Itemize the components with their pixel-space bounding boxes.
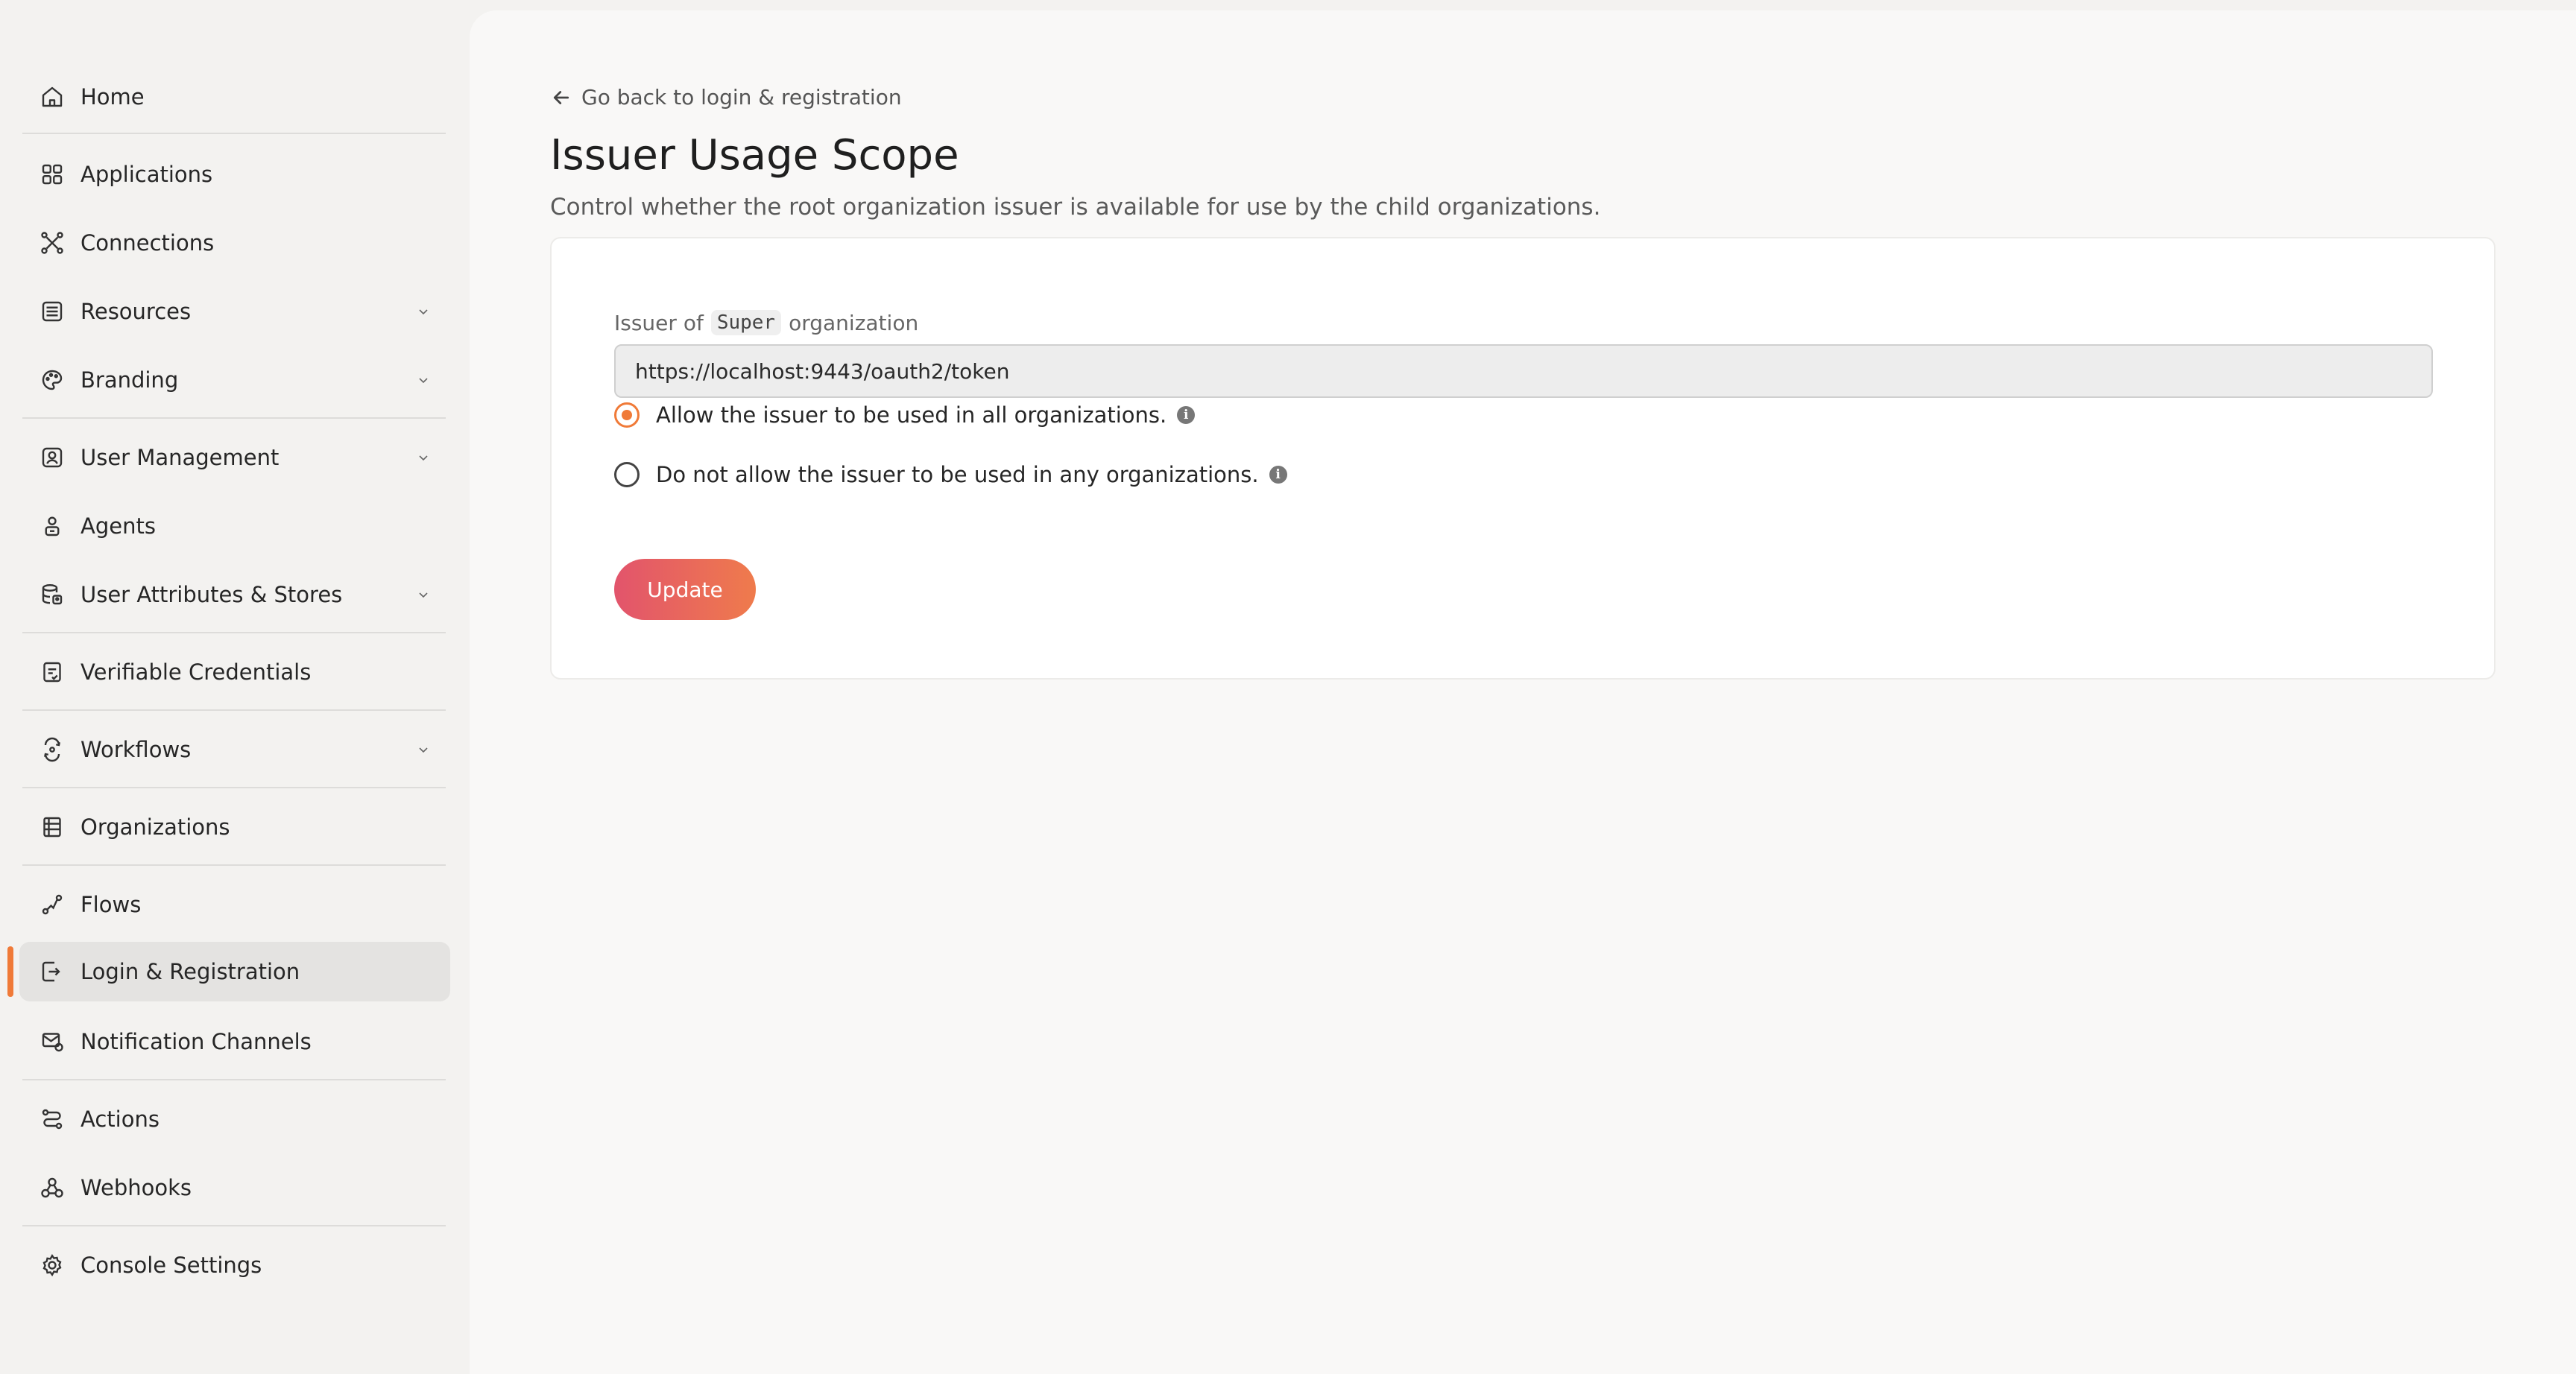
sidebar-item-actions[interactable]: Actions <box>19 1089 450 1149</box>
branding-icon <box>37 365 67 395</box>
workflows-icon <box>37 735 67 764</box>
sidebar-item-webhooks[interactable]: Webhooks <box>19 1158 450 1218</box>
sidebar-item-branding[interactable]: Branding <box>19 350 450 410</box>
chevron-down-icon[interactable] <box>414 586 432 604</box>
radio-option-allow[interactable]: Allow the issuer to be used in all organ… <box>614 402 1196 428</box>
organization-code-chip: Super <box>710 310 782 335</box>
issuer-field-label: Issuer of Super organization <box>614 310 918 335</box>
connections-icon <box>37 228 67 258</box>
divider <box>22 1225 446 1226</box>
divider <box>22 709 446 711</box>
sidebar-item-console-settings[interactable]: Console Settings <box>19 1235 450 1295</box>
console-settings-icon <box>37 1250 67 1280</box>
divider <box>22 632 446 633</box>
arrow-left-icon <box>553 90 569 104</box>
radio-deny[interactable] <box>614 462 640 487</box>
chevron-down-icon[interactable] <box>414 741 432 759</box>
agents-icon <box>37 511 67 541</box>
divider <box>22 787 446 788</box>
sidebar-item-label: Resources <box>80 299 192 324</box>
sidebar: Home Applications Connections Resources … <box>0 0 470 1364</box>
applications-icon <box>37 159 67 189</box>
sidebar-item-connections[interactable]: Connections <box>19 213 450 273</box>
sidebar-item-label: Organizations <box>80 814 230 840</box>
divider <box>22 864 446 866</box>
home-icon <box>37 82 67 112</box>
chevron-down-icon[interactable] <box>414 449 432 466</box>
back-link-label: Go back to login & registration <box>581 85 902 110</box>
sidebar-item-agents[interactable]: Agents <box>19 496 450 556</box>
sidebar-item-login-registration[interactable]: Login & Registration <box>19 942 450 1001</box>
sidebar-item-label: Flows <box>80 892 142 917</box>
organizations-icon <box>37 812 67 842</box>
radio-deny-label: Do not allow the issuer to be used in an… <box>656 462 1259 487</box>
sidebar-item-label: User Management <box>80 445 280 470</box>
sidebar-item-user-attributes-stores[interactable]: User Attributes & Stores <box>19 565 450 624</box>
chevron-down-icon[interactable] <box>414 371 432 389</box>
divider <box>22 133 446 134</box>
resources-icon <box>37 297 67 326</box>
issuer-label-prefix: Issuer of <box>614 310 704 335</box>
sidebar-item-label: Connections <box>80 230 215 256</box>
sidebar-item-label: Console Settings <box>80 1253 262 1278</box>
sidebar-item-label: Agents <box>80 513 156 539</box>
divider <box>22 417 446 419</box>
sidebar-item-resources[interactable]: Resources <box>19 282 450 341</box>
sidebar-item-label: Home <box>80 84 145 110</box>
flows-icon <box>37 890 67 919</box>
radio-allow-label: Allow the issuer to be used in all organ… <box>656 402 1167 428</box>
main-content: Go back to login & registration Issuer U… <box>470 10 2576 1374</box>
sidebar-item-applications[interactable]: Applications <box>19 145 450 204</box>
info-icon[interactable]: i <box>1269 466 1287 484</box>
verifiable-credentials-icon <box>37 657 67 687</box>
sidebar-item-label: Verifiable Credentials <box>80 659 312 685</box>
back-link[interactable]: Go back to login & registration <box>550 85 902 110</box>
issuer-label-suffix: organization <box>789 310 919 335</box>
actions-icon <box>37 1104 67 1134</box>
sidebar-item-label: Branding <box>80 367 179 393</box>
info-icon[interactable]: i <box>1177 406 1196 424</box>
user-management-icon <box>37 443 67 472</box>
radio-option-deny[interactable]: Do not allow the issuer to be used in an… <box>614 462 1287 487</box>
sidebar-item-label: Login & Registration <box>80 959 300 984</box>
sidebar-item-label: Webhooks <box>80 1175 192 1200</box>
sidebar-item-organizations[interactable]: Organizations <box>19 797 450 857</box>
sidebar-item-user-management[interactable]: User Management <box>19 428 450 487</box>
sidebar-item-label: Applications <box>80 162 213 187</box>
active-indicator <box>7 946 13 997</box>
update-button[interactable]: Update <box>614 559 756 620</box>
page-title: Issuer Usage Scope <box>550 131 959 180</box>
notification-channels-icon <box>37 1027 67 1057</box>
radio-allow[interactable] <box>614 402 640 428</box>
sidebar-item-label: User Attributes & Stores <box>80 582 343 607</box>
chevron-down-icon[interactable] <box>414 303 432 320</box>
sidebar-item-notification-channels[interactable]: Notification Channels <box>19 1012 450 1071</box>
issuer-settings-card: Issuer of Super organization Allow the i… <box>550 237 2496 680</box>
sidebar-item-label: Actions <box>80 1107 160 1132</box>
user-attributes-icon <box>37 580 67 610</box>
divider <box>22 1079 446 1080</box>
issuer-url-input[interactable] <box>614 344 2433 398</box>
sidebar-item-label: Workflows <box>80 737 192 762</box>
sidebar-item-label: Notification Channels <box>80 1029 312 1054</box>
login-registration-icon <box>37 957 67 987</box>
sidebar-item-home[interactable]: Home <box>19 67 450 127</box>
sidebar-item-verifiable-credentials[interactable]: Verifiable Credentials <box>19 642 450 702</box>
page-description: Control whether the root organization is… <box>550 194 1601 221</box>
sidebar-item-flows[interactable]: Flows <box>19 875 450 934</box>
sidebar-item-workflows[interactable]: Workflows <box>19 720 450 779</box>
webhooks-icon <box>37 1173 67 1203</box>
